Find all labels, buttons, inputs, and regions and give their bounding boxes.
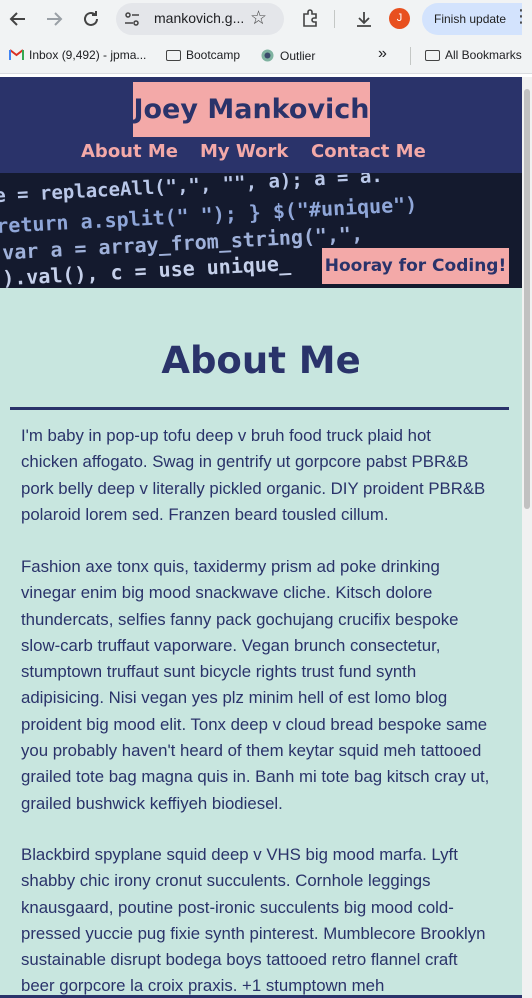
finish-update-button[interactable]: Finish update	[422, 3, 522, 35]
bookmark-star-icon[interactable]: ☆	[250, 7, 267, 29]
nav-about-me[interactable]: About Me	[81, 141, 178, 162]
scrollbar-thumb[interactable]	[524, 89, 530, 509]
about-heading: About Me	[161, 339, 361, 382]
browser-toolbar: mankovich.g... ☆ J Finish update ⋮	[0, 0, 532, 38]
all-bookmarks-label: All Bookmarks	[445, 48, 522, 62]
download-icon[interactable]	[354, 9, 374, 29]
hero-banner: e = replaceAll(",", "", a); a = a. retur…	[0, 173, 522, 288]
bookmark-label: Outlier	[280, 48, 316, 63]
reload-icon[interactable]	[79, 7, 103, 31]
outlier-icon	[261, 49, 274, 62]
back-icon[interactable]	[6, 7, 30, 31]
about-paragraph: Blackbird spyplane squid deep v VHS big …	[21, 845, 486, 996]
bookmark-label: Inbox (9,492) - jpma...	[29, 48, 147, 62]
nav-contact-me[interactable]: Contact Me	[311, 141, 426, 162]
address-bar[interactable]: mankovich.g... ☆	[116, 3, 284, 35]
profile-avatar[interactable]: J	[389, 8, 410, 29]
folder-icon	[166, 49, 181, 61]
hero-tagline: Hooray for Coding!	[322, 248, 509, 284]
forward-icon[interactable]	[42, 7, 66, 31]
about-paragraph: I'm baby in pop-up tofu deep v bruh food…	[21, 426, 486, 524]
all-bookmarks-button[interactable]: All Bookmarks	[425, 48, 522, 62]
extensions-icon[interactable]	[300, 9, 320, 29]
web-page: Joey Mankovich About Me My Work Contact …	[0, 77, 522, 998]
nav-my-work[interactable]: My Work	[200, 141, 288, 162]
about-paragraph: Fashion axe tonx quis, taxidermy prism a…	[21, 557, 490, 813]
page-scrollbar[interactable]	[522, 77, 532, 998]
section-divider	[10, 407, 509, 410]
url-text: mankovich.g...	[154, 10, 245, 26]
site-title[interactable]: Joey Mankovich	[133, 82, 370, 137]
bookmark-outlier[interactable]: Outlier	[260, 48, 315, 63]
bookmark-bootcamp[interactable]: Bootcamp	[166, 48, 240, 62]
bookmarks-bar: Inbox (9,492) - jpma... Bootcamp Outlier…	[0, 38, 532, 74]
bookmarks-overflow-button[interactable]: »	[378, 45, 387, 63]
site-settings-icon[interactable]	[124, 11, 140, 27]
bookmarks-divider	[410, 47, 411, 65]
folder-icon	[425, 49, 440, 61]
bookmark-inbox[interactable]: Inbox (9,492) - jpma...	[9, 48, 146, 62]
gmail-icon	[9, 49, 24, 60]
more-menu-icon[interactable]: ⋮	[512, 6, 530, 27]
toolbar-divider	[334, 10, 335, 28]
site-header: Joey Mankovich About Me My Work Contact …	[0, 77, 522, 173]
bookmark-label: Bootcamp	[186, 48, 241, 62]
